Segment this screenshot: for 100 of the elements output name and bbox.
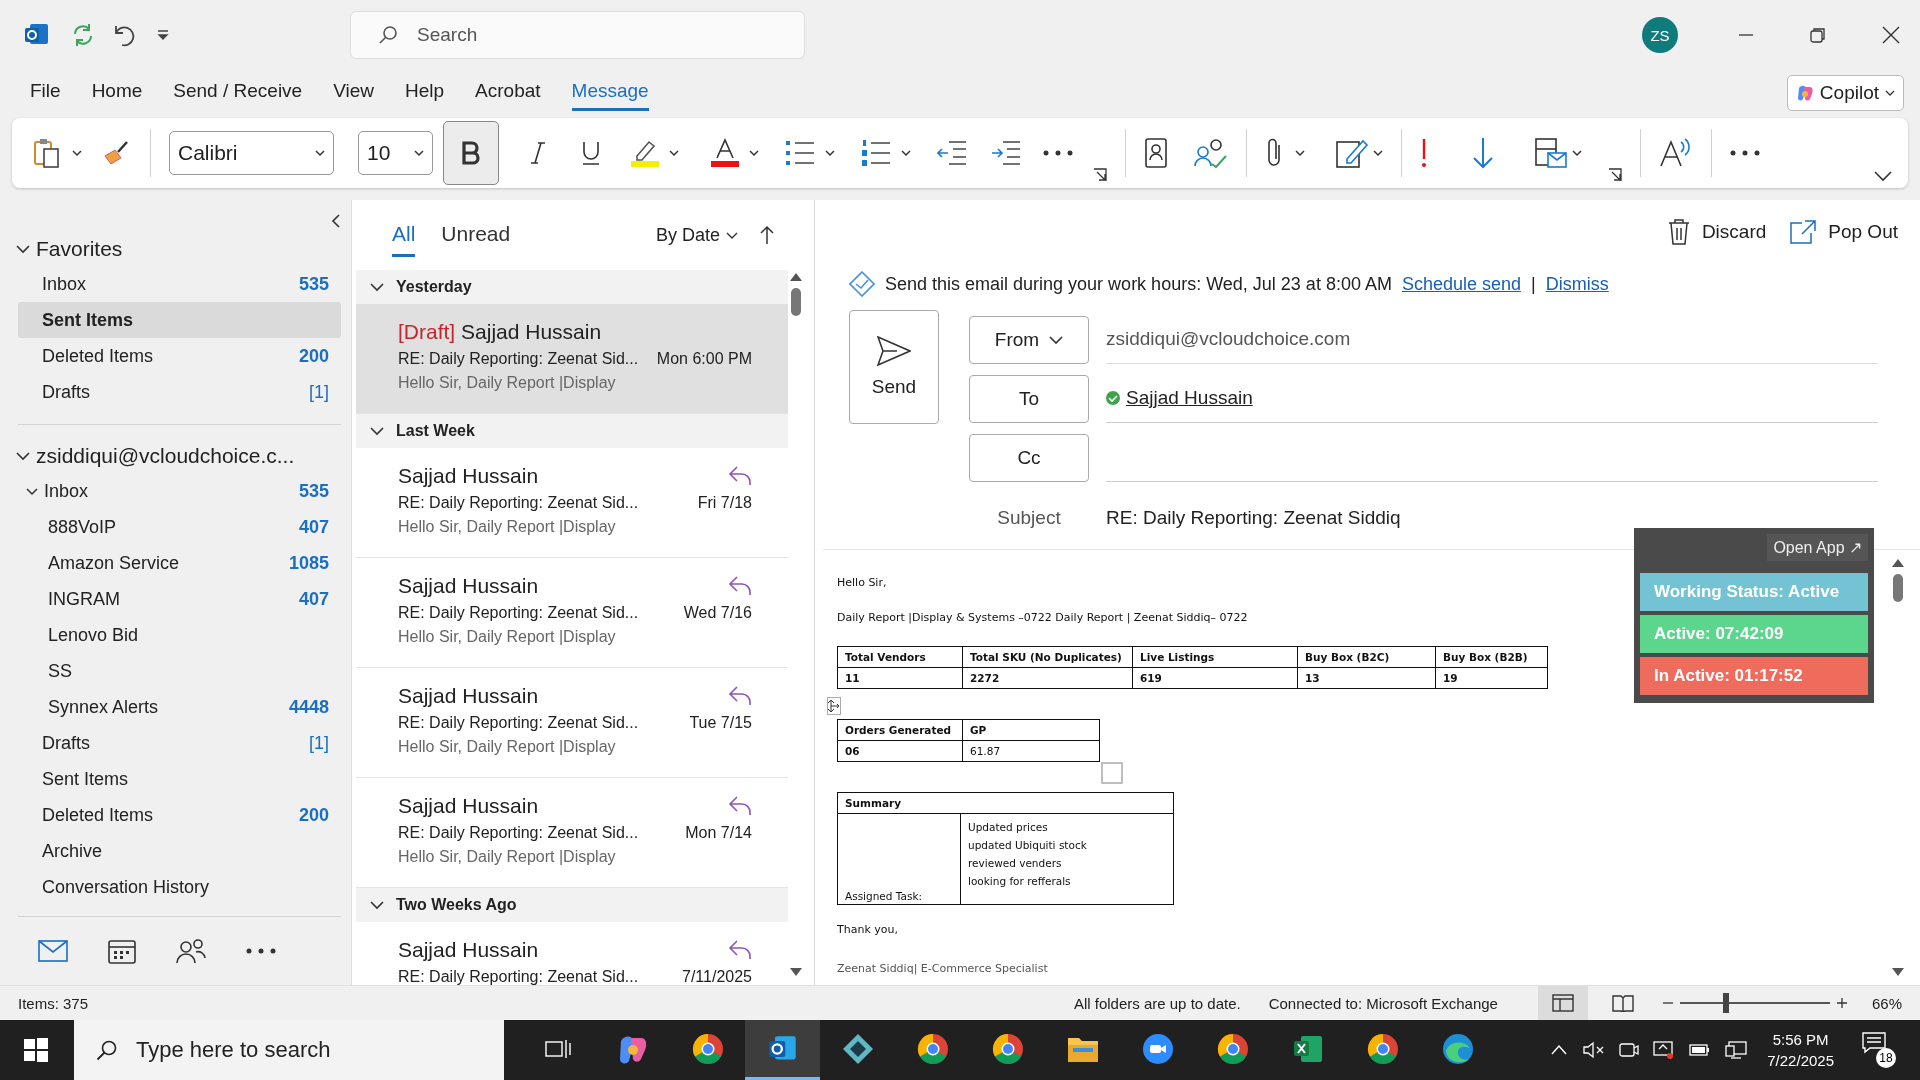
network-icon[interactable] [1725, 1041, 1748, 1059]
close-icon[interactable] [1882, 26, 1900, 44]
scroll-thumb[interactable] [791, 288, 801, 316]
folder-item[interactable]: Deleted Items 200 [18, 797, 341, 833]
screen-share-icon[interactable] [1653, 1040, 1676, 1060]
camera-icon[interactable] [1619, 1041, 1640, 1059]
chevron-icon[interactable] [26, 485, 38, 497]
read-aloud-icon[interactable] [1659, 138, 1693, 168]
check-names-icon[interactable] [1194, 138, 1228, 168]
customize-toolbar-icon[interactable] [156, 28, 170, 42]
address-book-icon[interactable] [1144, 138, 1168, 168]
normal-view-button[interactable] [1537, 985, 1588, 1021]
scroll-thumb[interactable] [1893, 574, 1903, 602]
italic-icon[interactable] [529, 141, 547, 165]
recipient-chip[interactable]: Sajjad Hussain [1106, 387, 1253, 409]
group-header[interactable]: Yesterday [356, 270, 788, 304]
copilot-button[interactable]: Copilot [1786, 74, 1904, 111]
folder-group-header[interactable]: Favorites [16, 232, 341, 266]
decrease-indent-icon[interactable] [937, 139, 967, 167]
font-color-icon[interactable] [709, 138, 741, 168]
folder-item[interactable]: Drafts [1] [18, 725, 341, 761]
group-header[interactable]: Two Weeks Ago [356, 888, 788, 922]
schedule-send-link[interactable]: Schedule send [1401, 273, 1522, 295]
caret-icon[interactable] [72, 148, 82, 158]
zoom-in-icon[interactable] [1835, 997, 1848, 1009]
to-button[interactable]: To [969, 374, 1089, 423]
sort-direction-icon[interactable] [760, 225, 774, 245]
highlighter-icon[interactable] [629, 138, 661, 168]
caret-icon[interactable] [749, 148, 759, 158]
font-name-dropdown[interactable]: Calibri [169, 131, 334, 175]
cc-button[interactable]: Cc [969, 433, 1089, 482]
folder-group-header[interactable]: zsiddiqui@vcloudchoice.c... [16, 439, 341, 473]
increase-indent-icon[interactable] [991, 139, 1021, 167]
more-icon[interactable] [1043, 150, 1073, 156]
search-field[interactable]: Search [415, 23, 804, 47]
underline-icon[interactable] [581, 140, 601, 166]
folder-item[interactable]: INGRAM 407 [18, 581, 341, 617]
signature-icon[interactable] [1335, 137, 1369, 169]
envelope-tray-icon[interactable] [1534, 137, 1568, 169]
message-item[interactable]: Sajjad Hussain RE: Daily Reporting: Zeenat Sid... Tue 7/15 Hello Sir, Daily Report |Display [356, 668, 788, 778]
caret-icon[interactable] [901, 148, 911, 158]
folder-item[interactable]: SS [18, 653, 341, 689]
dialog-launcher-icon[interactable] [1608, 168, 1622, 182]
group-header[interactable]: Last Week [356, 414, 788, 448]
discard-button[interactable]: Discard [1667, 219, 1767, 245]
folder-item[interactable]: Amazon Service 1085 [18, 545, 341, 581]
table-move-handle-icon[interactable] [827, 697, 841, 715]
zoom-slider-thumb[interactable] [1723, 993, 1730, 1013]
taskbar-search-field[interactable]: Type here to search [134, 1036, 504, 1064]
numbered-list-icon[interactable] [861, 139, 891, 167]
menu-tab[interactable]: View [333, 74, 374, 111]
filter-tab[interactable]: Unread [441, 213, 511, 257]
sort-dropdown[interactable]: By Date [655, 224, 738, 246]
table-resize-handle-icon[interactable] [1101, 762, 1123, 784]
caret-icon[interactable] [669, 148, 679, 158]
show-hidden-icons-icon[interactable] [1551, 1045, 1568, 1055]
mail-icon[interactable] [38, 940, 68, 962]
battery-icon[interactable] [1689, 1042, 1712, 1058]
menu-tab[interactable]: File [30, 74, 61, 111]
from-button[interactable]: From [969, 315, 1089, 364]
caret-icon[interactable] [1572, 148, 1582, 158]
people-icon[interactable] [176, 938, 206, 964]
mute-icon[interactable] [1583, 1041, 1606, 1059]
message-item[interactable]: [Draft] Sajjad Hussain RE: Daily Reporting: Zeenat Sid... Mon 6:00 PM Hello Sir, Daily Report |Display [356, 304, 788, 414]
folder-item[interactable]: Sent Items [18, 302, 341, 338]
scroll-down-icon[interactable] [1891, 967, 1905, 977]
pop-out-button[interactable]: Pop Out [1790, 220, 1898, 244]
filter-tab[interactable]: All [392, 213, 416, 257]
collapse-pane-icon[interactable] [331, 214, 341, 228]
zoom-level[interactable]: 66% [1871, 994, 1902, 1012]
menu-tab[interactable]: Message [571, 74, 649, 111]
send-button[interactable]: Send [849, 310, 939, 424]
scroll-up-icon[interactable] [1891, 558, 1905, 568]
clock[interactable]: 5:56 PM 7/22/2025 [1767, 1031, 1834, 1069]
reading-view-icon[interactable] [1611, 994, 1634, 1012]
folder-item[interactable]: Inbox 535 [18, 473, 341, 509]
folder-item[interactable]: Synnex Alerts 4448 [18, 689, 341, 725]
folder-item[interactable]: 888VoIP 407 [18, 509, 341, 545]
open-app-button[interactable]: Open App ↗ [1767, 534, 1868, 561]
folder-item[interactable]: Deleted Items 200 [18, 338, 341, 374]
calendar-icon[interactable] [108, 938, 136, 964]
folder-item[interactable]: Drafts [1] [18, 374, 341, 410]
menu-tab[interactable]: Help [405, 74, 445, 111]
bullet-list-icon[interactable] [785, 139, 815, 167]
menu-tab[interactable]: Home [91, 74, 143, 111]
low-importance-icon[interactable] [1472, 137, 1494, 169]
scroll-down-icon[interactable] [789, 967, 803, 977]
search-box[interactable]: Search [350, 11, 805, 59]
folder-item[interactable]: Sent Items [18, 761, 341, 797]
expand-ribbon-icon[interactable] [1874, 170, 1892, 182]
caret-icon[interactable] [1295, 148, 1305, 158]
notifications-button[interactable]: 18 [1862, 1032, 1896, 1068]
paste-icon[interactable] [32, 137, 62, 169]
windows-start-icon[interactable] [24, 1038, 48, 1062]
folder-item[interactable]: Lenovo Bid [18, 617, 341, 653]
caret-icon[interactable] [825, 148, 835, 158]
folder-item[interactable]: Conversation History [18, 869, 341, 905]
font-size-dropdown[interactable]: 10 [358, 131, 433, 175]
message-item[interactable]: Sajjad Hussain RE: Daily Reporting: Zeenat Sid... Wed 7/16 Hello Sir, Daily Report |Display [356, 558, 788, 668]
menu-tab[interactable]: Send / Receive [173, 74, 303, 111]
